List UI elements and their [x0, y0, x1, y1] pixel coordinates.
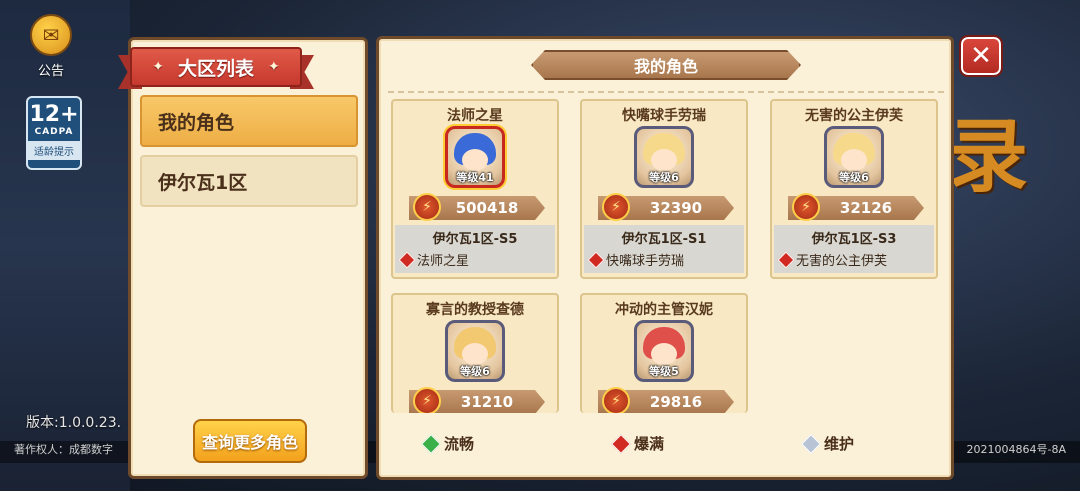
status-full-icon [611, 433, 631, 454]
age-rating-badge[interactable]: 12+ CADPA 适龄提示 [26, 96, 82, 170]
role-status-line: 无害的公主伊芙 [777, 250, 888, 269]
role-level: 等级41 [456, 171, 494, 184]
role-card[interactable]: 无害的公主伊芙 等级6 32126 ⚡ 伊尔瓦1区-S3 无害的公主伊芙 [770, 99, 938, 279]
role-level: 等级5 [649, 365, 679, 378]
notice-button[interactable]: ✉ 公告 [22, 14, 80, 79]
age-rating-org: CADPA [34, 127, 74, 137]
age-rating-number: 12+ [29, 102, 79, 127]
legend-label: 流畅 [444, 435, 475, 453]
role-info: 伊尔瓦1区-S1 快嘴球手劳瑞 [584, 225, 744, 273]
region-list-header: ✦ 大区列表 ✦ [118, 45, 314, 91]
status-maintenance-icon [801, 433, 821, 454]
role-level: 等级6 [649, 171, 679, 184]
power-icon: ⚡ [413, 193, 441, 221]
notice-label: 公告 [37, 64, 64, 79]
role-status-line: 快嘴球手劳瑞 [587, 250, 685, 269]
portrait-face [462, 343, 488, 365]
status-full-icon [398, 251, 416, 268]
query-more-roles-button[interactable]: 查询更多角色 [193, 419, 307, 463]
role-card[interactable]: 法师之星 等级41 500418 ⚡ 伊尔瓦1区-S5 法师之星 [391, 99, 559, 279]
role-info: 伊尔瓦1区-S5 法师之星 [395, 225, 555, 273]
version-text: 版本:1.0.0.23. [26, 415, 122, 431]
region-item-server-1[interactable]: 伊尔瓦1区 [140, 155, 358, 207]
role-name-line: 法师之星 [417, 254, 470, 269]
status-smooth-icon [421, 433, 441, 454]
role-portrait: 等级41 [445, 126, 505, 188]
power-icon: ⚡ [602, 193, 630, 221]
license-text: 2021004864号-8A [966, 443, 1066, 456]
age-rating-tip: 适龄提示 [28, 141, 80, 160]
region-item-label: 我的角色 [158, 111, 235, 134]
role-level: 等级6 [839, 171, 869, 184]
portrait-face [462, 149, 488, 171]
portrait-face [651, 149, 677, 171]
legend-full: 爆满 [611, 433, 665, 454]
region-item-label: 伊尔瓦1区 [158, 171, 248, 194]
close-button[interactable]: ✕ [959, 35, 1003, 77]
role-portrait: 等级6 [634, 126, 694, 188]
sparkle-icon: ✦ [268, 59, 280, 75]
role-card-name: 寡言的教授查德 [426, 302, 524, 318]
role-card-name: 无害的公主伊芙 [805, 108, 903, 124]
megaphone-icon: ✉ [30, 14, 72, 56]
role-server: 伊尔瓦1区-S3 [811, 232, 897, 247]
power-icon: ⚡ [413, 387, 441, 413]
copyright-text: 著作权人：成都数字 [14, 443, 113, 456]
my-roles-title: 我的角色 [531, 50, 801, 80]
role-card[interactable]: 冲动的主管汉妮 等级5 29816 ⚡ [580, 293, 748, 413]
sparkle-icon: ✦ [152, 59, 164, 75]
role-server: 伊尔瓦1区-S5 [432, 232, 518, 247]
portrait-face [841, 149, 867, 171]
role-info: 伊尔瓦1区-S3 无害的公主伊芙 [774, 225, 934, 273]
role-level: 等级6 [460, 365, 490, 378]
role-status-line: 法师之星 [398, 250, 470, 269]
role-name-line: 快嘴球手劳瑞 [606, 254, 685, 269]
power-icon: ⚡ [792, 193, 820, 221]
role-server: 伊尔瓦1区-S1 [621, 232, 707, 247]
legend-label: 维护 [824, 435, 855, 453]
status-full-icon [587, 251, 605, 268]
legend-label: 爆满 [634, 435, 665, 453]
role-card[interactable]: 寡言的教授查德 等级6 31210 ⚡ [391, 293, 559, 413]
legend-smooth: 流畅 [421, 433, 475, 454]
legend-maintenance: 维护 [801, 433, 855, 454]
game-logo-fragment: 录 [948, 109, 1028, 203]
divider [388, 91, 944, 93]
role-name-line: 无害的公主伊芙 [796, 254, 888, 269]
close-icon: ✕ [970, 41, 992, 71]
status-full-icon [777, 251, 795, 268]
role-card-name: 法师之星 [447, 108, 503, 124]
region-item-my-roles[interactable]: 我的角色 [140, 95, 358, 147]
region-list-title: 大区列表 [177, 57, 254, 80]
role-card-name: 冲动的主管汉妮 [615, 302, 713, 318]
ribbon-band: ✦ 大区列表 ✦ [130, 47, 302, 87]
power-icon: ⚡ [602, 387, 630, 413]
role-portrait: 等级6 [445, 320, 505, 382]
role-card-name: 快嘴球手劳瑞 [622, 108, 706, 124]
role-portrait: 等级5 [634, 320, 694, 382]
portrait-face [651, 343, 677, 365]
role-card[interactable]: 快嘴球手劳瑞 等级6 32390 ⚡ 伊尔瓦1区-S1 快嘴球手劳瑞 [580, 99, 748, 279]
role-portrait: 等级6 [824, 126, 884, 188]
